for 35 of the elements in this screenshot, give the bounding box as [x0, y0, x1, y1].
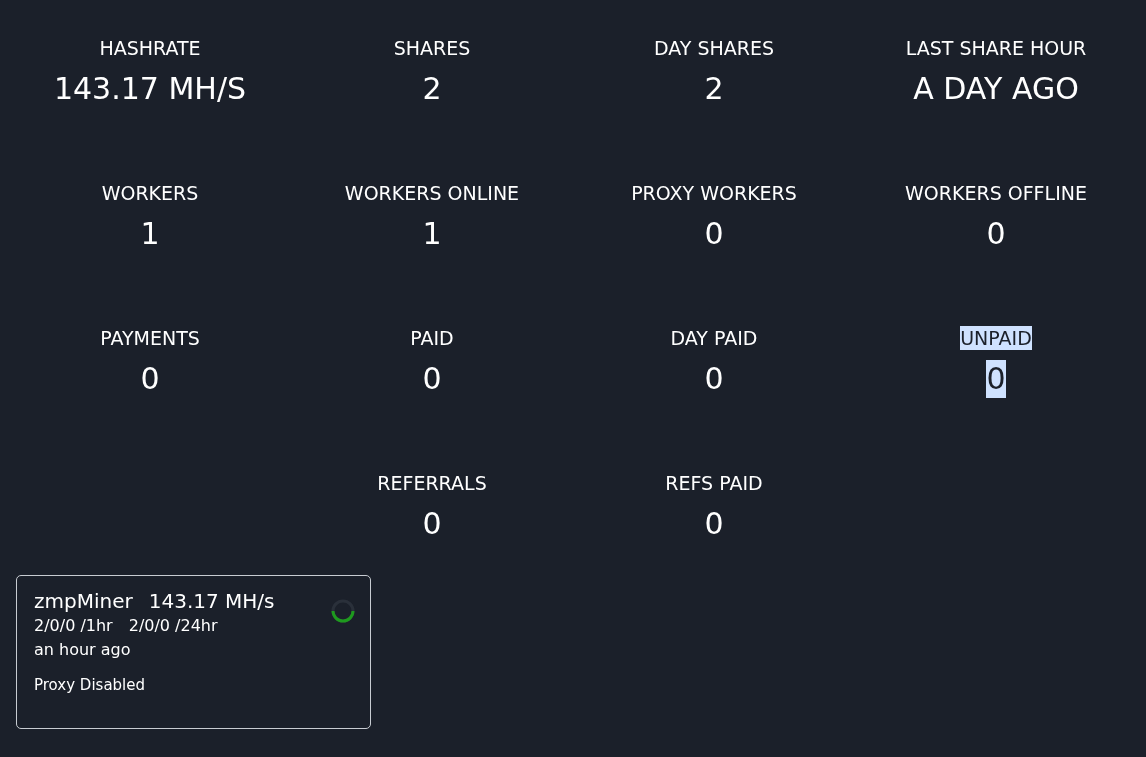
stat-label: LAST SHARE HOUR: [905, 36, 1087, 60]
stat-value: 0: [986, 215, 1006, 253]
worker-name: zmpMiner: [34, 588, 133, 614]
stat-value: 0: [140, 360, 160, 398]
stat-value: 0: [986, 360, 1006, 398]
stat-value: 1: [422, 215, 442, 253]
stat-label: WORKERS: [101, 181, 199, 205]
last-seen: an hour ago: [34, 639, 132, 661]
stat-value: 0: [422, 360, 442, 398]
stat-value: 2: [422, 70, 442, 108]
stat-label: PROXY WORKERS: [631, 181, 797, 205]
stat-value: 0: [422, 505, 442, 543]
shares-hour: 2/0/0 /1hr: [34, 615, 113, 637]
stat-value: 1: [140, 215, 160, 253]
stat-label: PAYMENTS: [100, 326, 200, 350]
proxy-status: Proxy Disabled: [34, 675, 147, 696]
stat-value: A DAY AGO: [913, 70, 1079, 108]
worker-hashrate: 143.17 MH/s: [148, 588, 275, 614]
stat-label: HASHRATE: [99, 36, 201, 60]
stat-value: 0: [704, 360, 724, 398]
spinner-icon: [330, 598, 356, 624]
stat-label: WORKERS OFFLINE: [905, 181, 1087, 205]
stat-label: UNPAID: [960, 326, 1032, 350]
stat-value: 2: [704, 70, 724, 108]
stat-label: REFS PAID: [665, 471, 763, 495]
stat-label: DAY PAID: [670, 326, 758, 350]
shares-day: 2/0/0 /24hr: [128, 614, 218, 638]
stat-value: 0: [704, 215, 724, 253]
stat-label: WORKERS ONLINE: [344, 181, 520, 205]
stat-label: DAY SHARES: [653, 36, 775, 60]
stat-label: SHARES: [393, 36, 471, 60]
stat-label: PAID: [410, 326, 454, 350]
stat-value: 143.17 MH/S: [53, 70, 247, 108]
stat-value: 0: [704, 505, 724, 543]
stat-label: REFERRALS: [377, 471, 487, 495]
